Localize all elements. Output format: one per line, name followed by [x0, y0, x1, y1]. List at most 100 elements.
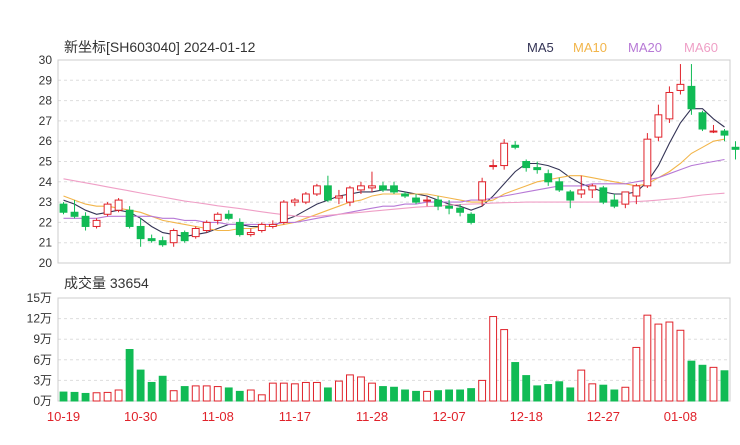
- volume-bar: [290, 383, 299, 402]
- candle-body: [70, 211, 79, 217]
- candle: [81, 212, 90, 231]
- volume-bar: [147, 381, 156, 402]
- volume-bar: [577, 369, 586, 402]
- candle: [246, 228, 255, 237]
- candle-body: [533, 167, 542, 171]
- candle-body: [577, 189, 586, 195]
- candle: [114, 198, 123, 213]
- volume-bar: [522, 375, 531, 402]
- volume-bar: [169, 390, 178, 402]
- candle: [169, 228, 178, 247]
- legend-ma10: MA10: [573, 40, 607, 55]
- volume-bar: [59, 391, 68, 402]
- candle: [279, 200, 288, 225]
- volume-bar: [202, 385, 211, 402]
- candle: [290, 198, 299, 207]
- candle-body: [279, 201, 288, 223]
- candle-body: [643, 138, 652, 187]
- volume-bar: [555, 381, 564, 402]
- candle-body: [709, 130, 718, 133]
- volume-bar: [412, 390, 420, 402]
- candles: [59, 64, 740, 247]
- volume-bar: [632, 346, 641, 402]
- volume-bar: [654, 323, 663, 402]
- volume-bar: [566, 387, 575, 402]
- candle-body: [158, 240, 167, 246]
- volume-bar: [335, 380, 343, 402]
- candle: [566, 189, 575, 209]
- candle-body: [434, 199, 442, 207]
- candle: [323, 175, 332, 203]
- candle-body: [379, 185, 387, 191]
- candle: [147, 234, 156, 243]
- volume-bar: [511, 362, 520, 402]
- volume-bar: [401, 389, 409, 402]
- candle-body: [698, 112, 707, 130]
- volume-bar: [720, 370, 729, 402]
- legend-ma60: MA60: [684, 40, 718, 55]
- candle-body: [202, 221, 211, 232]
- volume-bar: [379, 386, 387, 402]
- candle-body: [654, 114, 663, 138]
- volume-bar: [268, 382, 277, 402]
- price-tick-label: 28: [39, 94, 53, 108]
- candle-body: [544, 173, 553, 183]
- candle-body: [588, 185, 597, 191]
- volume-bar: [213, 386, 222, 402]
- volume-bar: [257, 394, 266, 402]
- volume-bar: [500, 329, 509, 402]
- candle: [434, 196, 442, 211]
- candle: [687, 64, 696, 115]
- volume-bar: [423, 390, 431, 402]
- legend: MA5 MA10 MA20 MA60: [527, 40, 718, 55]
- candle-body: [731, 146, 740, 150]
- candle: [698, 110, 707, 132]
- legend-ma20: MA20: [628, 40, 662, 55]
- volume-bar: [665, 321, 674, 402]
- candle: [390, 181, 398, 194]
- candle: [158, 236, 167, 247]
- chart-title: 新坐标[SH603040] 2024-01-12: [64, 39, 256, 55]
- candle: [643, 133, 652, 188]
- candle-body: [687, 85, 696, 110]
- candle-body: [467, 213, 476, 223]
- candle: [676, 64, 685, 95]
- candle-body: [81, 215, 90, 227]
- candle-body: [136, 225, 145, 240]
- volume-bar: [301, 381, 310, 402]
- candle: [191, 226, 200, 239]
- candle: [610, 193, 619, 209]
- date-tick-label: 12-18: [510, 409, 543, 424]
- volume-tick-label: 9万: [33, 332, 52, 346]
- candle-body: [511, 144, 520, 148]
- volume-tick-label: 6万: [33, 353, 52, 367]
- date-tick-label: 12-27: [587, 409, 620, 424]
- candle-body: [103, 203, 112, 215]
- price-tick-label: 25: [39, 155, 53, 169]
- candle-body: [257, 223, 266, 232]
- candle-body: [312, 185, 321, 195]
- candle: [599, 185, 608, 205]
- volume-bar: [224, 387, 233, 402]
- candle-body: [555, 181, 564, 191]
- candle-body: [401, 193, 409, 197]
- candle: [59, 202, 68, 215]
- candle: [654, 104, 663, 142]
- volume-bar: [456, 389, 465, 402]
- volume-bar: [279, 382, 288, 402]
- volume-bar: [478, 379, 487, 402]
- price-tick-label: 26: [39, 134, 53, 148]
- candle: [92, 218, 101, 229]
- volume-bar: [323, 387, 332, 402]
- candle-body: [213, 213, 222, 221]
- candle-body: [478, 181, 487, 201]
- candle-body: [676, 83, 685, 91]
- date-tick-label: 11-17: [279, 409, 311, 424]
- price-tick-label: 27: [39, 114, 53, 128]
- volume-bar: [599, 384, 608, 402]
- candle: [301, 191, 310, 205]
- candle: [268, 220, 277, 229]
- date-tick-label: 01-08: [664, 409, 697, 424]
- candle: [489, 159, 498, 170]
- candle-body: [566, 191, 575, 201]
